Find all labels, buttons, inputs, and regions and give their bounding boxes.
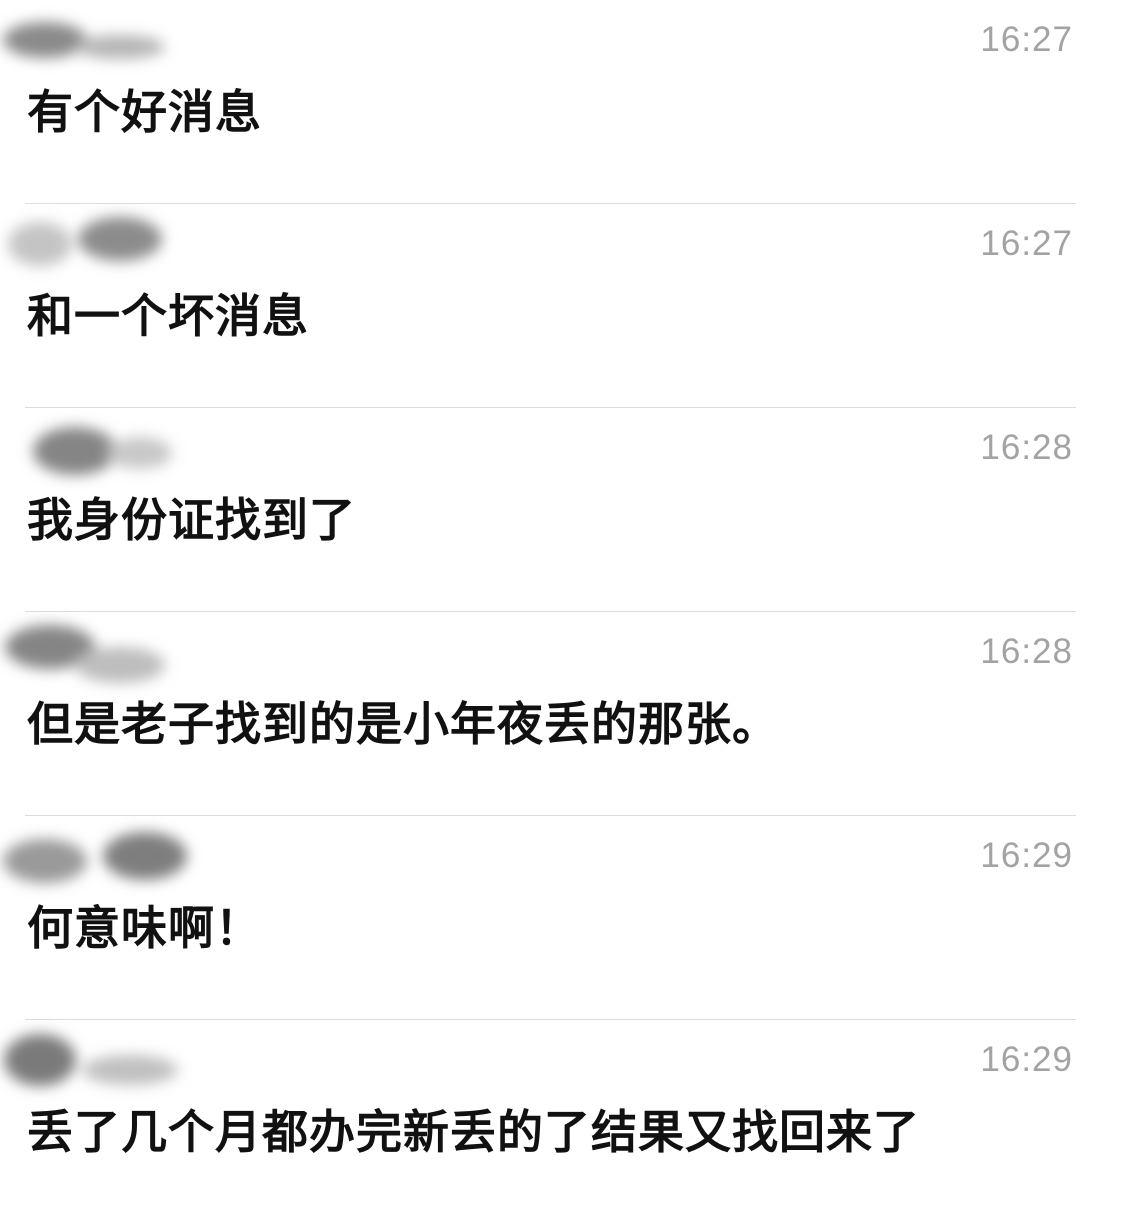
message-item[interactable]: 16:27 有个好消息 [0, 0, 1123, 204]
message-item[interactable]: 16:29 何意味啊！ [0, 816, 1123, 1020]
message-text: 和一个坏消息 [27, 289, 309, 343]
message-item[interactable]: 16:29 丢了几个月都办完新丢的了结果又找回来了 [0, 1020, 1123, 1224]
message-item[interactable]: 16:28 我身份证找到了 [0, 408, 1123, 612]
message-text: 但是老子找到的是小年夜丢的那张。 [27, 697, 779, 751]
message-time: 16:28 [980, 428, 1073, 467]
message-item[interactable]: 16:28 但是老子找到的是小年夜丢的那张。 [0, 612, 1123, 816]
message-list: 16:27 有个好消息 16:27 和一个坏消息 16:28 我身份证找到了 1… [0, 0, 1123, 1224]
message-text: 有个好消息 [27, 85, 262, 139]
message-time: 16:27 [980, 224, 1073, 263]
message-time: 16:29 [980, 836, 1073, 875]
message-text: 我身份证找到了 [27, 493, 356, 547]
message-time: 16:27 [980, 20, 1073, 59]
message-time: 16:28 [980, 632, 1073, 671]
message-time: 16:29 [980, 1040, 1073, 1079]
message-text: 何意味啊！ [27, 901, 262, 955]
message-text: 丢了几个月都办完新丢的了结果又找回来了 [27, 1105, 920, 1159]
message-item[interactable]: 16:27 和一个坏消息 [0, 204, 1123, 408]
